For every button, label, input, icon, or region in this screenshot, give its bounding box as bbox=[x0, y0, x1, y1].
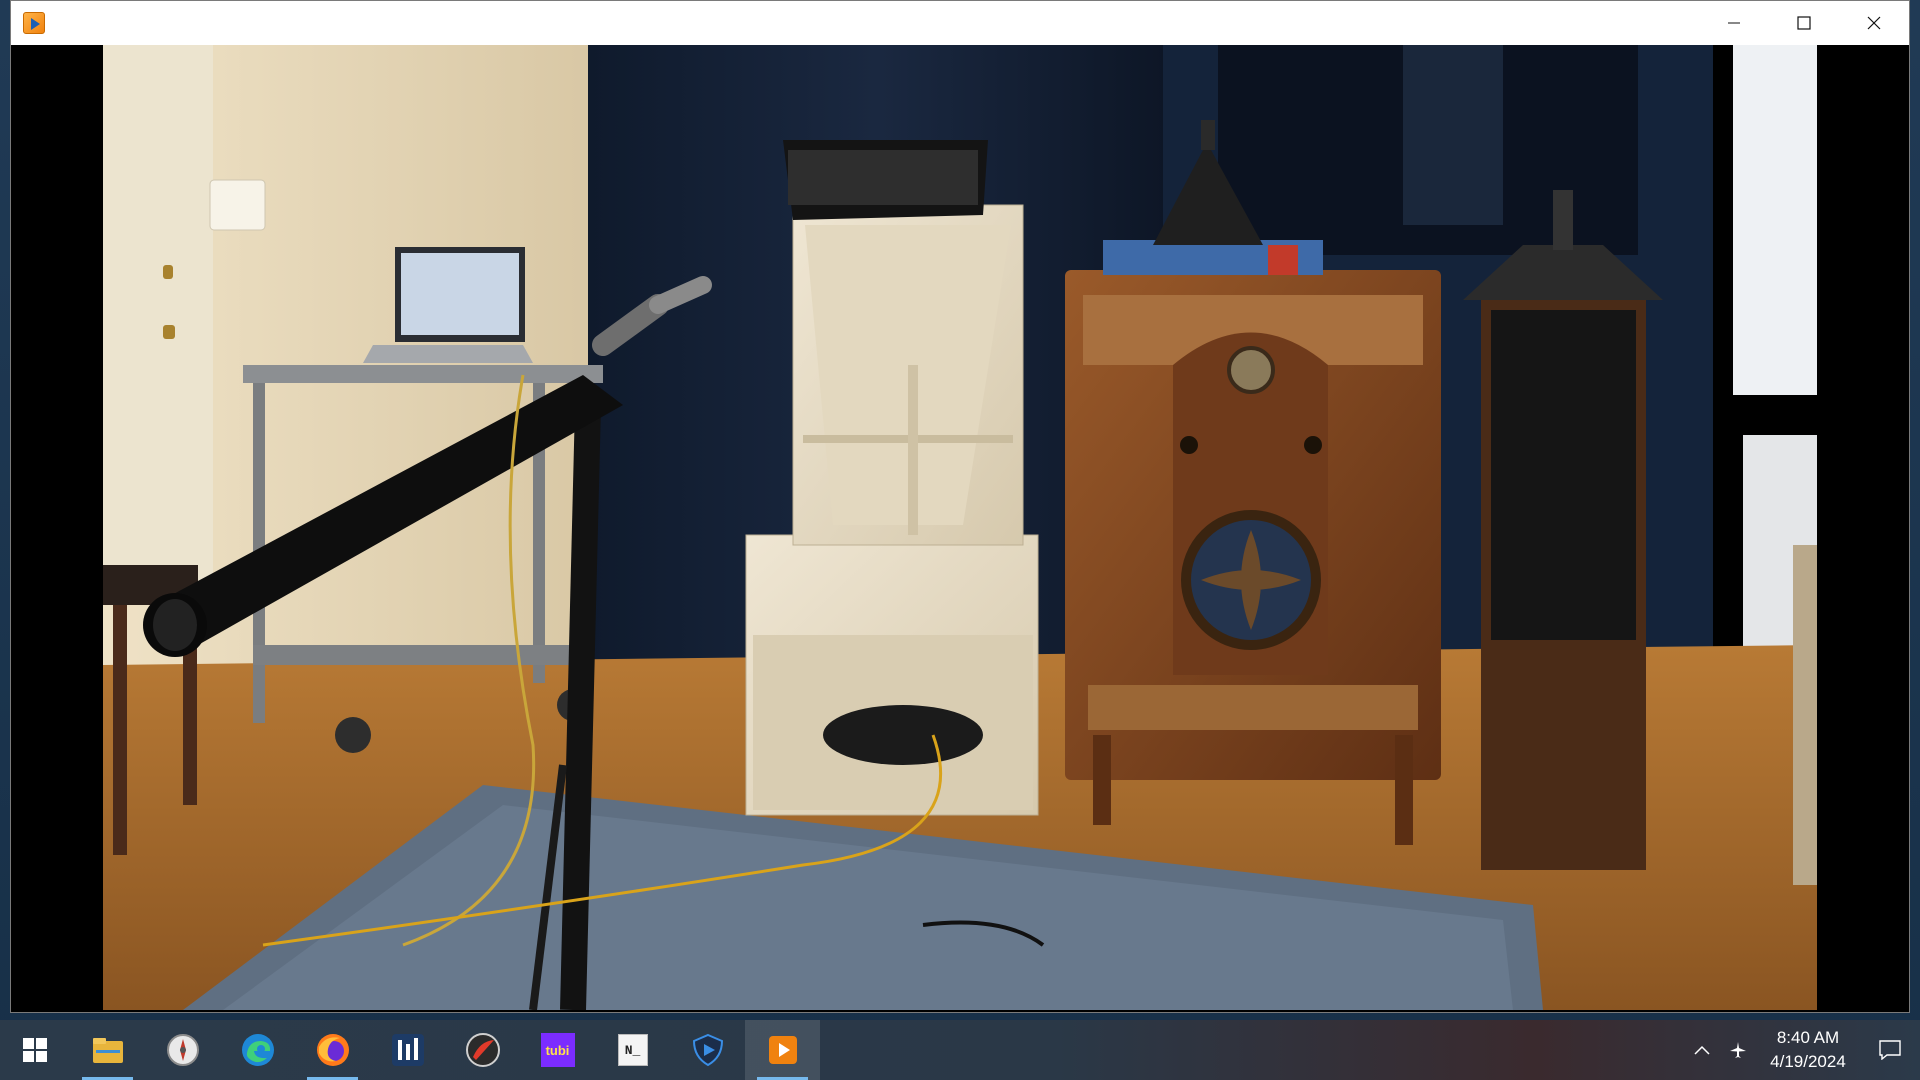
start-button[interactable] bbox=[0, 1020, 70, 1080]
taskbar-edge[interactable] bbox=[220, 1020, 295, 1080]
edge-icon bbox=[241, 1034, 274, 1066]
taskbar-red-compass[interactable] bbox=[445, 1020, 520, 1080]
taskbar-video-player[interactable] bbox=[745, 1020, 820, 1080]
maximize-button[interactable] bbox=[1769, 1, 1839, 45]
window-controls bbox=[1699, 1, 1909, 45]
taskbar-media-player-shield[interactable] bbox=[670, 1020, 745, 1080]
close-icon bbox=[1867, 16, 1881, 30]
taskbar-tubi[interactable]: tubi bbox=[520, 1020, 595, 1080]
desktop: tubi N_ 8:40 AM 4/19/2024 bbox=[0, 0, 1920, 1080]
show-hidden-icons-button[interactable] bbox=[1684, 1020, 1720, 1080]
notification-icon bbox=[1879, 1040, 1901, 1060]
firefox-icon bbox=[316, 1034, 349, 1066]
taskbar: tubi N_ 8:40 AM 4/19/2024 bbox=[0, 1020, 1920, 1080]
file-explorer-icon bbox=[92, 1038, 123, 1063]
notepad-icon: N_ bbox=[617, 1034, 648, 1066]
minimize-icon bbox=[1728, 22, 1740, 24]
minimize-button[interactable] bbox=[1699, 1, 1769, 45]
audio-mixer-icon bbox=[391, 1034, 424, 1066]
system-tray: 8:40 AM 4/19/2024 bbox=[1684, 1020, 1920, 1080]
tubi-icon: tubi bbox=[540, 1033, 575, 1067]
airplane-icon bbox=[1730, 1042, 1746, 1058]
windows-logo-icon bbox=[23, 1038, 47, 1062]
taskbar-notepad[interactable]: N_ bbox=[595, 1020, 670, 1080]
title-bar[interactable] bbox=[11, 1, 1909, 45]
clock-date: 4/19/2024 bbox=[1770, 1052, 1846, 1071]
video-player-window bbox=[10, 0, 1910, 1013]
red-compass-icon bbox=[465, 1033, 500, 1067]
video-player-app-icon[interactable] bbox=[23, 12, 45, 34]
close-button[interactable] bbox=[1839, 1, 1909, 45]
taskbar-audio-mixer[interactable] bbox=[370, 1020, 445, 1080]
chevron-up-icon bbox=[1694, 1045, 1710, 1055]
network-tray-button[interactable] bbox=[1720, 1020, 1756, 1080]
clock-time: 8:40 AM bbox=[1776, 1028, 1840, 1047]
video-area[interactable] bbox=[11, 45, 1909, 1012]
video-frame[interactable] bbox=[103, 45, 1817, 1010]
action-center-button[interactable] bbox=[1860, 1020, 1920, 1080]
taskbar-file-explorer[interactable] bbox=[70, 1020, 145, 1080]
maximize-icon bbox=[1797, 16, 1811, 30]
taskbar-firefox[interactable] bbox=[295, 1020, 370, 1080]
taskbar-clock[interactable]: 8:40 AM 4/19/2024 bbox=[1756, 1026, 1860, 1074]
media-player-shield-icon bbox=[692, 1033, 723, 1067]
video-player-icon bbox=[768, 1036, 797, 1064]
browser-compass-icon bbox=[166, 1034, 199, 1066]
taskbar-browser-compass[interactable] bbox=[145, 1020, 220, 1080]
video-image bbox=[103, 45, 1817, 1010]
